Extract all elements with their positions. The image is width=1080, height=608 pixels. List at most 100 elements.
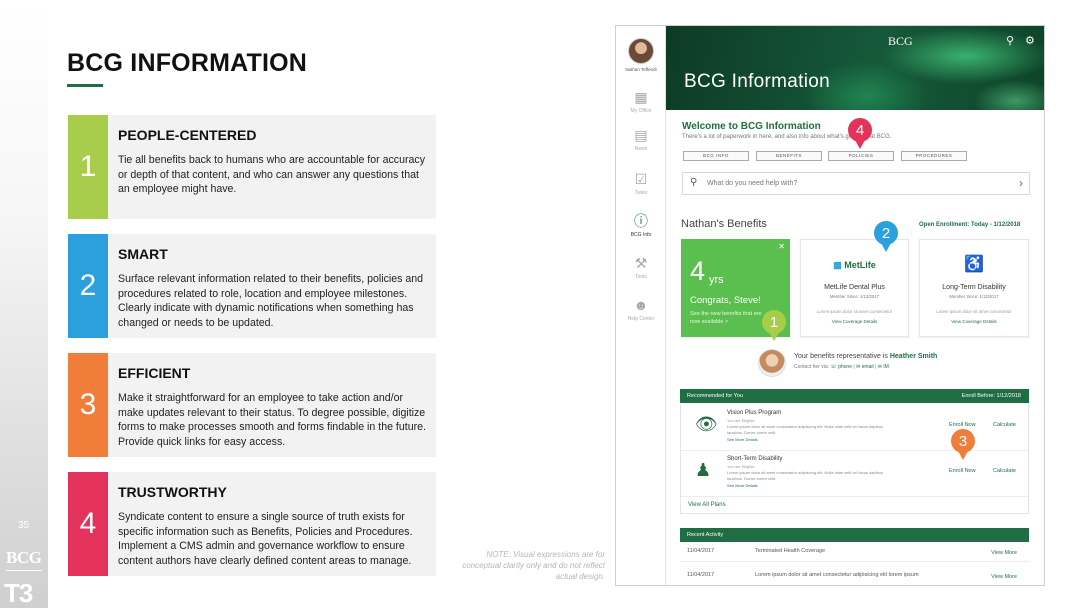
nav-label: Tasks [634,190,648,196]
metlife-logo: ▩ MetLife [833,260,876,270]
benefits-heading: Nathan's Benefits [681,218,767,230]
callout-badge-2: 2 [874,221,898,252]
user-avatar[interactable] [628,38,654,64]
nav-item-help-center[interactable]: ☻ Help Center [616,296,666,322]
tab-bcg-info[interactable]: BCG INFO [683,151,749,161]
callout-badge-1: 1 [762,310,786,341]
nav-label: Help Center [627,316,655,322]
nav-label: Tools [635,274,647,280]
principle-title: EFFICIENT [118,365,191,381]
help-search-bar[interactable]: ⚲ What do you need help with? › [682,172,1030,195]
recommended-label: Recommended for You [687,393,743,399]
nav-label: My Office [630,108,652,114]
member-since: Member Since: 1/12/2017 [829,294,880,299]
list-item: ♟ Short-Term Disability You are Eligible… [681,450,1028,496]
footer-logo: BCG [6,548,42,567]
nav-item-bcg-info[interactable]: ⓘ BCG Info [616,212,666,238]
calculate-button[interactable]: Calculate [993,422,1016,428]
footer-tag: T3 [4,578,33,608]
plan-eligibility: You are Eligible [727,418,755,423]
benefit-name: MetLife Dental Plus [824,284,885,291]
eye-icon: 👁 [695,414,718,434]
im-link[interactable]: ✉ IM [878,364,889,370]
principle-number: 4 [68,472,108,576]
member-since: Member Since: 1/12/2017 [949,294,999,299]
nav-label: BCG Info [630,232,652,238]
search-icon: ⚲ [690,177,698,188]
callout-badge-4: 4 [848,118,872,149]
plan-desc: Lorem ipsum dolor sit amet consectetur a… [727,424,884,435]
congrats-text: Congrats, Steve! [690,295,761,306]
user-name: Nathan Teffendi [625,67,657,72]
principle-number: 2 [68,234,108,338]
divider [681,496,1028,497]
app-screenshot: Nathan Teffendi ▦ My Office ▤ News ☑ Tas… [615,25,1045,586]
plan-title: Short-Term Disability [727,456,783,462]
view-coverage-link[interactable]: View Coverage Details [801,319,908,324]
benefit-card-metlife[interactable]: ▩ MetLife MetLife Dental Plus Member Sin… [800,239,909,337]
activity-header: Recent Activity [680,528,1029,542]
years-unit: yrs [709,274,724,286]
title-underline [67,84,103,87]
principle-body: Syndicate content to ensure a single sou… [118,511,413,567]
phone-link[interactable]: ☏ phone [830,364,852,370]
representative-name[interactable]: Heather Smith [890,353,937,360]
enroll-deadline: Enroll Before: 1/12/2018 [961,393,1021,399]
nav-label: News [634,146,648,152]
gear-icon[interactable]: ⚙ [1025,34,1035,47]
chevron-right-icon[interactable]: › [1019,176,1023,190]
search-icon[interactable]: ⚲ [1006,34,1014,47]
callout-badge-3: 3 [951,429,975,460]
activity-desc: Terminated Health Coverage [755,548,826,554]
enroll-now-button[interactable]: Enroll Now [949,422,976,428]
view-coverage-link[interactable]: View Coverage Details [920,319,1028,324]
activity-date: 11/04/2017 [687,572,715,578]
info-icon: ⓘ [634,213,648,229]
plan-desc: Lorem ipsum dolor sit amet consectetur a… [727,470,884,481]
tools-icon: ⚒ [634,255,648,271]
plan-title: Vision Plus Program [727,410,782,416]
table-row: 11/04/2017 Terminated Health Coverage Vi… [680,542,1029,562]
recommended-header: Recommended for You Enroll Before: 1/12/… [680,389,1029,403]
principle-number: 3 [68,353,108,457]
header-banner: BCG ⚲ ⚙ BCG Information [666,26,1044,110]
plan-eligibility: You are Eligible [727,464,755,469]
nav-item-tools[interactable]: ⚒ Tools [616,254,666,280]
wheelchair-icon: ♿ [964,256,984,273]
benefit-desc: Lorem ipsum dolor sit amet consectetur [816,309,893,314]
plan-details-link[interactable]: See More Details [727,483,758,488]
tasks-icon: ☑ [634,171,648,187]
anniversary-desc[interactable]: See the new benefits that are now availa… [690,311,762,326]
representative-contact: Contact her via: ☏ phone | ✉ email | ✉ I… [794,364,889,370]
benefit-card-disability[interactable]: ♿ Long-Term Disability Member Since: 1/1… [919,239,1029,337]
email-link[interactable]: ✉ email [856,364,874,370]
nav-item-my-office[interactable]: ▦ My Office [616,88,666,114]
view-more-link[interactable]: View More [991,550,1017,556]
nav-item-tasks[interactable]: ☑ Tasks [616,170,666,196]
tab-procedures[interactable]: PROCEDURES [901,151,967,161]
principle-card-2: 2 SMART Surface relevant information rel… [68,234,436,338]
plan-details-link[interactable]: See More Details [727,437,758,442]
sidebar: Nathan Teffendi ▦ My Office ▤ News ☑ Tas… [616,26,666,585]
nav-item-news[interactable]: ▤ News [616,126,666,152]
close-icon[interactable]: ✕ [778,242,785,251]
page-title: BCG Information [684,71,830,92]
welcome-title: Welcome to BCG Information [682,121,821,132]
activity-label: Recent Activity [687,532,724,538]
enroll-now-button[interactable]: Enroll Now [949,468,976,474]
person-icon: ♟ [695,460,712,480]
tab-benefits[interactable]: BENEFITS [756,151,822,161]
principle-body: Surface relevant information related to … [118,273,424,329]
page-number: 35 [18,520,30,531]
principle-number: 1 [68,115,108,219]
news-icon: ▤ [634,127,648,143]
calculate-button[interactable]: Calculate [993,468,1016,474]
benefit-desc: Lorem ipsum dolor sit amet consectetur [936,309,1012,314]
slide-title: BCG INFORMATION [67,49,308,77]
principle-body: Make it straightforward for an employee … [118,392,426,448]
tab-policies[interactable]: POLICIES [828,151,894,161]
view-all-plans-link[interactable]: View All Plans [688,502,726,508]
view-more-link[interactable]: View More [991,574,1017,580]
activity-date: 11/04/2017 [687,548,715,554]
open-enrollment-link[interactable]: Open Enrollment: Today - 1/12/2018 [919,222,1020,228]
